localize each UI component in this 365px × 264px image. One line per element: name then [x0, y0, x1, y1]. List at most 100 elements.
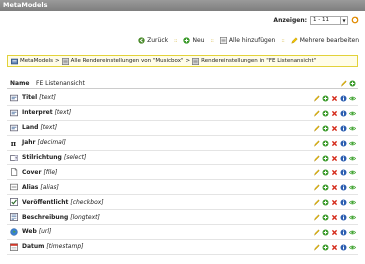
breadcrumb-level1[interactable]: Alle Rendereinstellungen von "Musicbox" — [71, 58, 184, 64]
add-icon[interactable] — [322, 244, 329, 251]
delete-icon[interactable] — [331, 229, 338, 236]
add-icon[interactable] — [322, 155, 329, 162]
attribute-type: [alias] — [40, 183, 59, 191]
attribute-type: [text] — [54, 109, 72, 117]
refresh-icon[interactable] — [351, 16, 359, 24]
new-button[interactable]: Neu — [183, 37, 204, 44]
attribute-row: Datum [timestamp] — [7, 240, 358, 255]
info-icon[interactable] — [340, 110, 347, 117]
edit-icon[interactable] — [313, 214, 320, 221]
add-icon[interactable] — [322, 95, 329, 102]
breadcrumb: MetaModels > Alle Rendereinstellungen vo… — [7, 55, 358, 67]
info-icon[interactable] — [340, 155, 347, 162]
delete-icon[interactable] — [331, 214, 338, 221]
edit-icon[interactable] — [313, 199, 320, 206]
edit-multiple-button[interactable]: Mehrere bearbeiten — [291, 37, 359, 44]
attribute-row: Alias [alias] — [7, 180, 358, 196]
visibility-icon[interactable] — [349, 169, 356, 176]
add-icon[interactable] — [322, 184, 329, 191]
action-separator: :: — [281, 37, 285, 44]
visibility-icon[interactable] — [349, 199, 356, 206]
edit-icon[interactable] — [313, 110, 320, 117]
info-icon[interactable] — [340, 244, 347, 251]
delete-icon[interactable] — [331, 95, 338, 102]
info-icon[interactable] — [340, 199, 347, 206]
add-icon[interactable] — [322, 140, 329, 147]
edit-icon[interactable] — [313, 155, 320, 162]
edit-icon[interactable] — [313, 229, 320, 236]
attribute-row: Stilrichtung [select] — [7, 151, 358, 166]
add-icon[interactable] — [322, 110, 329, 117]
add-icon[interactable] — [322, 229, 329, 236]
visibility-icon[interactable] — [349, 110, 356, 117]
visibility-icon[interactable] — [349, 95, 356, 102]
add-icon[interactable] — [322, 169, 329, 176]
visibility-icon[interactable] — [349, 155, 356, 162]
edit-icon[interactable] — [340, 80, 347, 87]
delete-icon[interactable] — [331, 140, 338, 147]
attribute-type: [checkbox] — [70, 198, 104, 206]
edit-icon[interactable] — [313, 244, 320, 251]
info-icon[interactable] — [340, 184, 347, 191]
delete-icon[interactable] — [331, 125, 338, 132]
attribute-row: Land [text] — [7, 121, 358, 136]
attribute-type: [text] — [40, 124, 58, 132]
display-label: Anzeigen: — [273, 16, 307, 24]
attribute-name: Beschreibung — [22, 213, 69, 221]
row-operations — [313, 244, 356, 251]
visibility-icon[interactable] — [349, 229, 356, 236]
add-icon[interactable] — [322, 199, 329, 206]
name-label: Name — [10, 79, 30, 87]
attribute-name: Titel — [22, 94, 38, 102]
breadcrumb-separator: > — [55, 58, 60, 64]
delete-icon[interactable] — [331, 169, 338, 176]
chevron-down-icon: ▼ — [340, 16, 347, 24]
delete-icon[interactable] — [331, 155, 338, 162]
file-icon — [10, 168, 18, 177]
add-all-label: Alle hinzufügen — [228, 37, 276, 44]
list-add-icon — [219, 37, 227, 44]
delete-icon[interactable] — [331, 244, 338, 251]
visibility-icon[interactable] — [349, 214, 356, 221]
row-operations — [313, 229, 356, 236]
visibility-icon[interactable] — [349, 140, 356, 147]
info-icon[interactable] — [340, 214, 347, 221]
attribute-name: Datum — [22, 243, 45, 251]
add-icon[interactable] — [322, 125, 329, 132]
edit-icon[interactable] — [313, 184, 320, 192]
visibility-icon[interactable] — [349, 125, 356, 132]
delete-icon[interactable] — [331, 184, 338, 191]
edit-icon[interactable] — [313, 140, 320, 147]
row-operations — [313, 169, 356, 177]
globe-icon — [10, 228, 18, 236]
info-icon[interactable] — [340, 169, 347, 176]
global-actions: Zurück :: Neu :: Alle hinzufügen :: Mehr… — [138, 37, 359, 44]
delete-icon[interactable] — [331, 110, 338, 117]
attribute-name: Veröffentlicht — [22, 198, 69, 206]
info-icon[interactable] — [340, 140, 347, 147]
text-icon — [10, 124, 18, 132]
add-all-button[interactable]: Alle hinzufügen — [219, 37, 276, 44]
visibility-icon[interactable] — [349, 184, 356, 191]
add-icon[interactable] — [349, 80, 356, 87]
attribute-row: Beschreibung [longtext] — [7, 210, 358, 226]
breadcrumb-root[interactable]: MetaModels — [20, 58, 53, 64]
calendar-icon — [10, 243, 18, 251]
info-icon[interactable] — [340, 229, 347, 236]
edit-icon[interactable] — [313, 169, 320, 177]
name-value: FE Listenansicht — [36, 79, 85, 87]
info-icon[interactable] — [340, 125, 347, 132]
row-operations — [313, 110, 356, 117]
info-icon[interactable] — [340, 95, 347, 102]
edit-icon[interactable] — [313, 125, 320, 132]
attribute-name: Interpret — [22, 109, 53, 117]
attribute-row: Veröffentlicht [checkbox] — [7, 195, 358, 211]
back-button[interactable]: Zurück — [138, 37, 168, 44]
render-settings-icon — [192, 57, 200, 65]
edit-icon[interactable] — [313, 95, 320, 102]
attribute-row: Web [url] — [7, 225, 358, 240]
delete-icon[interactable] — [331, 199, 338, 206]
add-icon[interactable] — [322, 214, 329, 221]
display-limit-select[interactable]: 1 - 11 ▼ — [310, 15, 348, 25]
visibility-icon[interactable] — [349, 244, 356, 251]
